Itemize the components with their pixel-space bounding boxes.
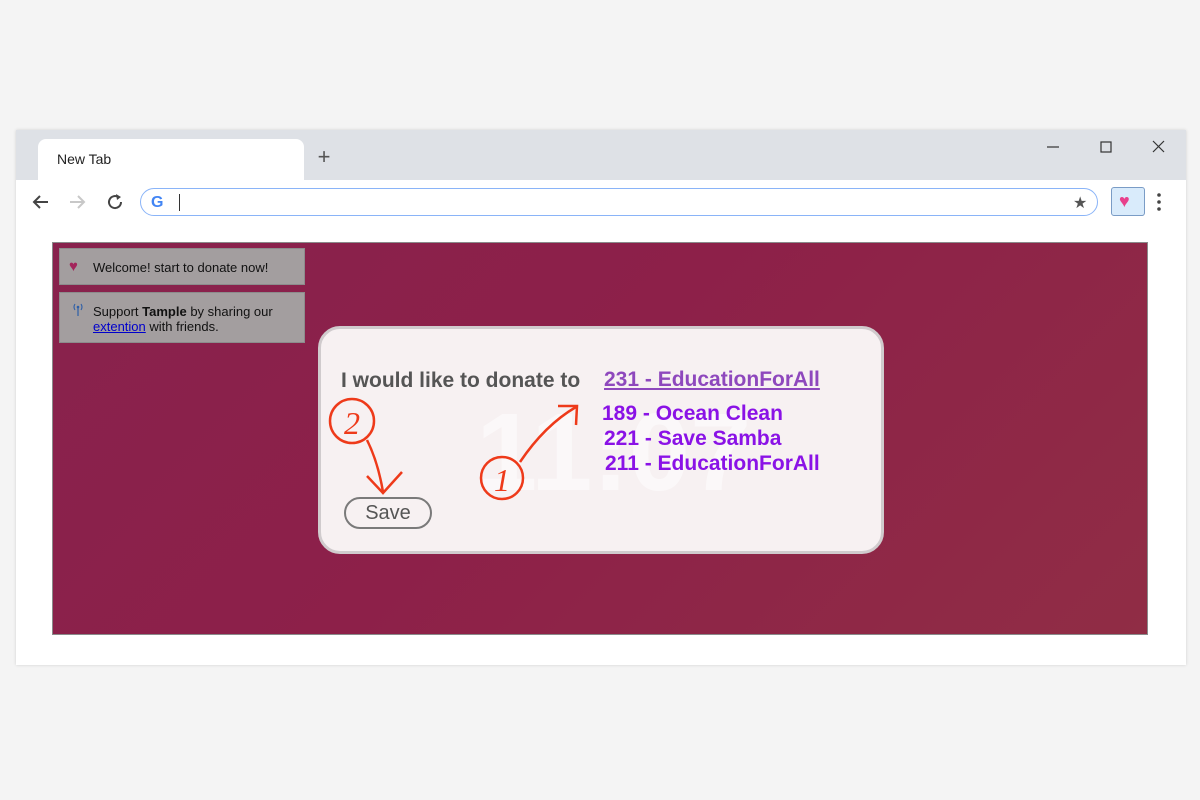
heart-icon: ♥ [1119,191,1130,211]
text-cursor [179,194,180,211]
welcome-text: Welcome! start to donate now! [93,260,269,275]
extension-link[interactable]: extention [93,319,146,334]
share-notice: Support Tample by sharing our extention … [59,292,305,343]
browser-toolbar: G ★ ♥ [16,180,1186,226]
donate-dialog: 11:07 I would like to donate to 231 - Ed… [318,326,884,554]
save-button[interactable]: Save [344,497,432,529]
new-tab-button[interactable]: + [313,146,335,168]
browser-window: New Tab + G ★ ♥ ♥ Welcome! start to dona… [16,130,1186,665]
google-icon: G [151,194,164,211]
share-text: Support Tample by sharing our extention … [93,304,273,334]
extension-button[interactable]: ♥ [1111,187,1145,216]
minimize-icon[interactable] [1038,136,1068,158]
donate-prompt: I would like to donate to [341,369,581,392]
bookmark-star-icon[interactable]: ★ [1073,193,1087,213]
charity-option[interactable]: 189 - Ocean Clean [602,402,783,426]
forward-arrow-icon[interactable] [65,190,89,214]
address-bar[interactable]: G ★ [140,188,1098,216]
charity-option[interactable]: 221 - Save Samba [604,427,781,451]
charity-option[interactable]: 211 - EducationForAll [605,452,820,476]
broadcast-icon [73,303,83,316]
menu-dots-icon[interactable] [1152,190,1166,214]
brand-name: Tample [142,304,187,319]
address-input[interactable] [183,192,1067,214]
close-icon[interactable] [1143,136,1173,158]
tab-title: New Tab [57,151,112,167]
heart-icon: ♥ [69,258,78,275]
back-arrow-icon[interactable] [29,190,53,214]
new-tab-page: ♥ Welcome! start to donate now! Support … [52,242,1148,635]
tab-strip: New Tab + [16,130,1186,180]
charity-select[interactable]: 231 - EducationForAll [604,368,820,392]
maximize-icon[interactable] [1091,136,1121,158]
reload-icon[interactable] [103,190,127,214]
tab-new-tab[interactable]: New Tab [38,139,304,180]
welcome-notice: ♥ Welcome! start to donate now! [59,248,305,285]
